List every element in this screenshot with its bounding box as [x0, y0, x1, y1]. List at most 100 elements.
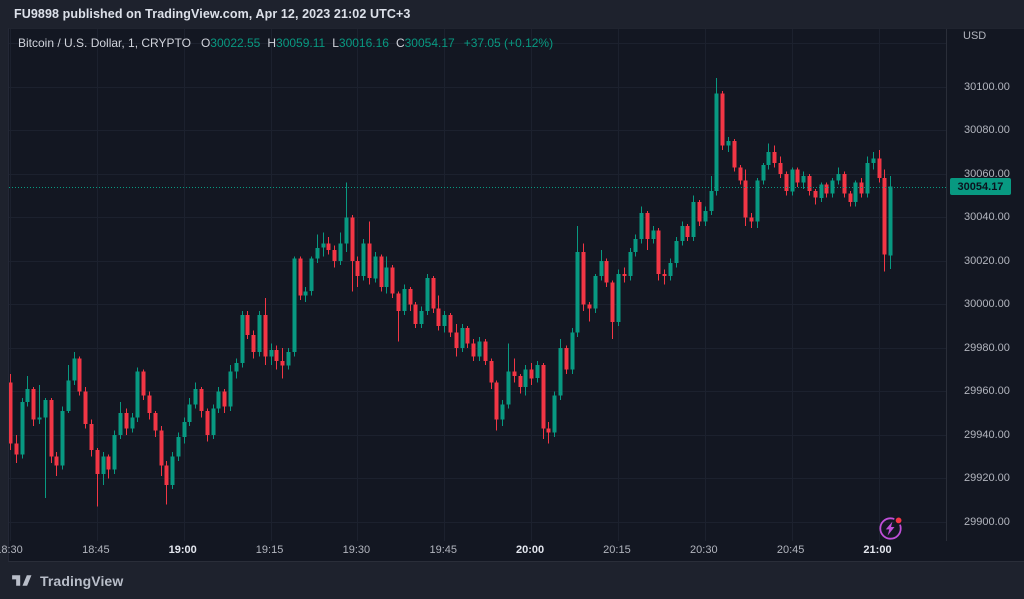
flash-button[interactable]: [877, 514, 905, 542]
candle-body: [634, 239, 638, 252]
time-tick-label: 20:00: [500, 544, 560, 556]
candle-body: [212, 409, 216, 435]
candle-body: [15, 444, 19, 455]
candle-body: [611, 283, 615, 322]
candle-body: [478, 341, 482, 356]
candle-body: [293, 259, 297, 353]
candle-body: [710, 191, 714, 211]
time-tick-label: 18:30: [0, 544, 39, 556]
candle-body: [351, 217, 355, 260]
time-tick-label: 18:45: [66, 544, 126, 556]
candle-body: [536, 365, 540, 378]
candle-body: [866, 163, 870, 194]
candle-body: [663, 274, 667, 276]
candle-body: [304, 291, 308, 295]
candle-body: [605, 261, 609, 283]
candle-body: [107, 457, 111, 470]
candle-body: [825, 185, 829, 194]
candle-body: [472, 344, 476, 357]
candle-body: [310, 259, 314, 292]
candle-body: [767, 152, 771, 165]
candle-body: [646, 213, 650, 239]
candle-body: [287, 352, 291, 365]
candle-body: [571, 333, 575, 370]
candle-body: [837, 174, 841, 181]
candle-body: [241, 315, 245, 363]
time-tick-label: 20:45: [761, 544, 821, 556]
tradingview-logo-icon[interactable]: [12, 573, 33, 588]
candle-body: [750, 217, 754, 221]
candle-body: [565, 348, 569, 370]
price-axis[interactable]: 30100.0030080.0030060.0030040.0030020.00…: [946, 29, 1024, 541]
candle-body: [808, 176, 812, 191]
candle-body: [426, 278, 430, 311]
time-tick-label: 20:30: [674, 544, 734, 556]
candle-body: [843, 174, 847, 194]
candle-body: [715, 93, 719, 191]
candle-body: [681, 226, 685, 241]
candle-body: [148, 396, 152, 413]
brand-name[interactable]: TradingView: [40, 573, 123, 589]
symbol-title[interactable]: Bitcoin / U.S. Dollar, 1, CRYPTO: [18, 36, 191, 50]
chart-card: Bitcoin / U.S. Dollar, 1, CRYPTO O30022.…: [8, 28, 1024, 562]
candle-body: [142, 372, 146, 396]
lightning-bolt-icon: [886, 522, 895, 536]
candle-body: [131, 417, 135, 428]
candle-body: [733, 141, 737, 167]
time-tick-label: 19:45: [413, 544, 473, 556]
candle-body: [629, 252, 633, 276]
candle-body: [414, 304, 418, 324]
attribution-bar: FU9898 published on TradingView.com, Apr…: [0, 0, 1024, 28]
candle-body: [270, 350, 274, 357]
legend-high: H30059.11: [267, 36, 325, 50]
candle-body: [652, 230, 656, 239]
candle-body: [362, 243, 366, 276]
candle-body: [773, 152, 777, 163]
candlestick-chart[interactable]: [9, 29, 1024, 563]
candle-body: [275, 350, 279, 361]
price-tick-label: 30000.00: [964, 297, 1010, 311]
footer: TradingView: [0, 562, 1024, 599]
price-tick-label: 29940.00: [964, 428, 1010, 442]
candle-body: [547, 428, 551, 432]
candle-body: [889, 187, 893, 256]
candle-body: [686, 226, 690, 237]
candle-body: [119, 413, 123, 435]
candle-body: [501, 404, 505, 419]
candle-body: [206, 411, 210, 435]
candle-body: [791, 170, 795, 192]
candle-body: [437, 309, 441, 326]
candle-body: [246, 315, 250, 335]
candle-body: [698, 202, 702, 222]
candle-body: [831, 180, 835, 193]
candle-body: [316, 248, 320, 259]
candle-body: [796, 170, 800, 183]
candle-body: [553, 396, 557, 433]
price-tick-label: 29900.00: [964, 515, 1010, 529]
candle-body: [484, 341, 488, 361]
candle-body: [32, 389, 36, 420]
candle-body: [443, 315, 447, 326]
legend-open: O30022.55: [201, 36, 260, 50]
candle-body: [21, 402, 25, 454]
attribution-text: FU9898 published on TradingView.com, Apr…: [14, 7, 410, 21]
candle-body: [640, 213, 644, 239]
candle-body: [183, 422, 187, 437]
candle-body: [50, 400, 54, 457]
candle-body: [223, 391, 227, 406]
candle-body: [588, 304, 592, 308]
candle-body: [854, 183, 858, 203]
time-axis[interactable]: 18:3018:4519:0019:1519:3019:4520:0020:15…: [0, 541, 1024, 562]
candle-body: [380, 257, 384, 288]
candle-body: [600, 261, 604, 276]
candle-body: [490, 361, 494, 383]
candle-body: [281, 361, 285, 365]
candle-body: [356, 261, 360, 276]
candle-body: [872, 159, 876, 163]
price-tick-label: 29920.00: [964, 471, 1010, 485]
candle-body: [397, 293, 401, 310]
candle-body: [44, 400, 48, 417]
candle-body: [513, 372, 517, 376]
candle-body: [721, 93, 725, 145]
time-tick-label: 21:00: [848, 544, 908, 556]
